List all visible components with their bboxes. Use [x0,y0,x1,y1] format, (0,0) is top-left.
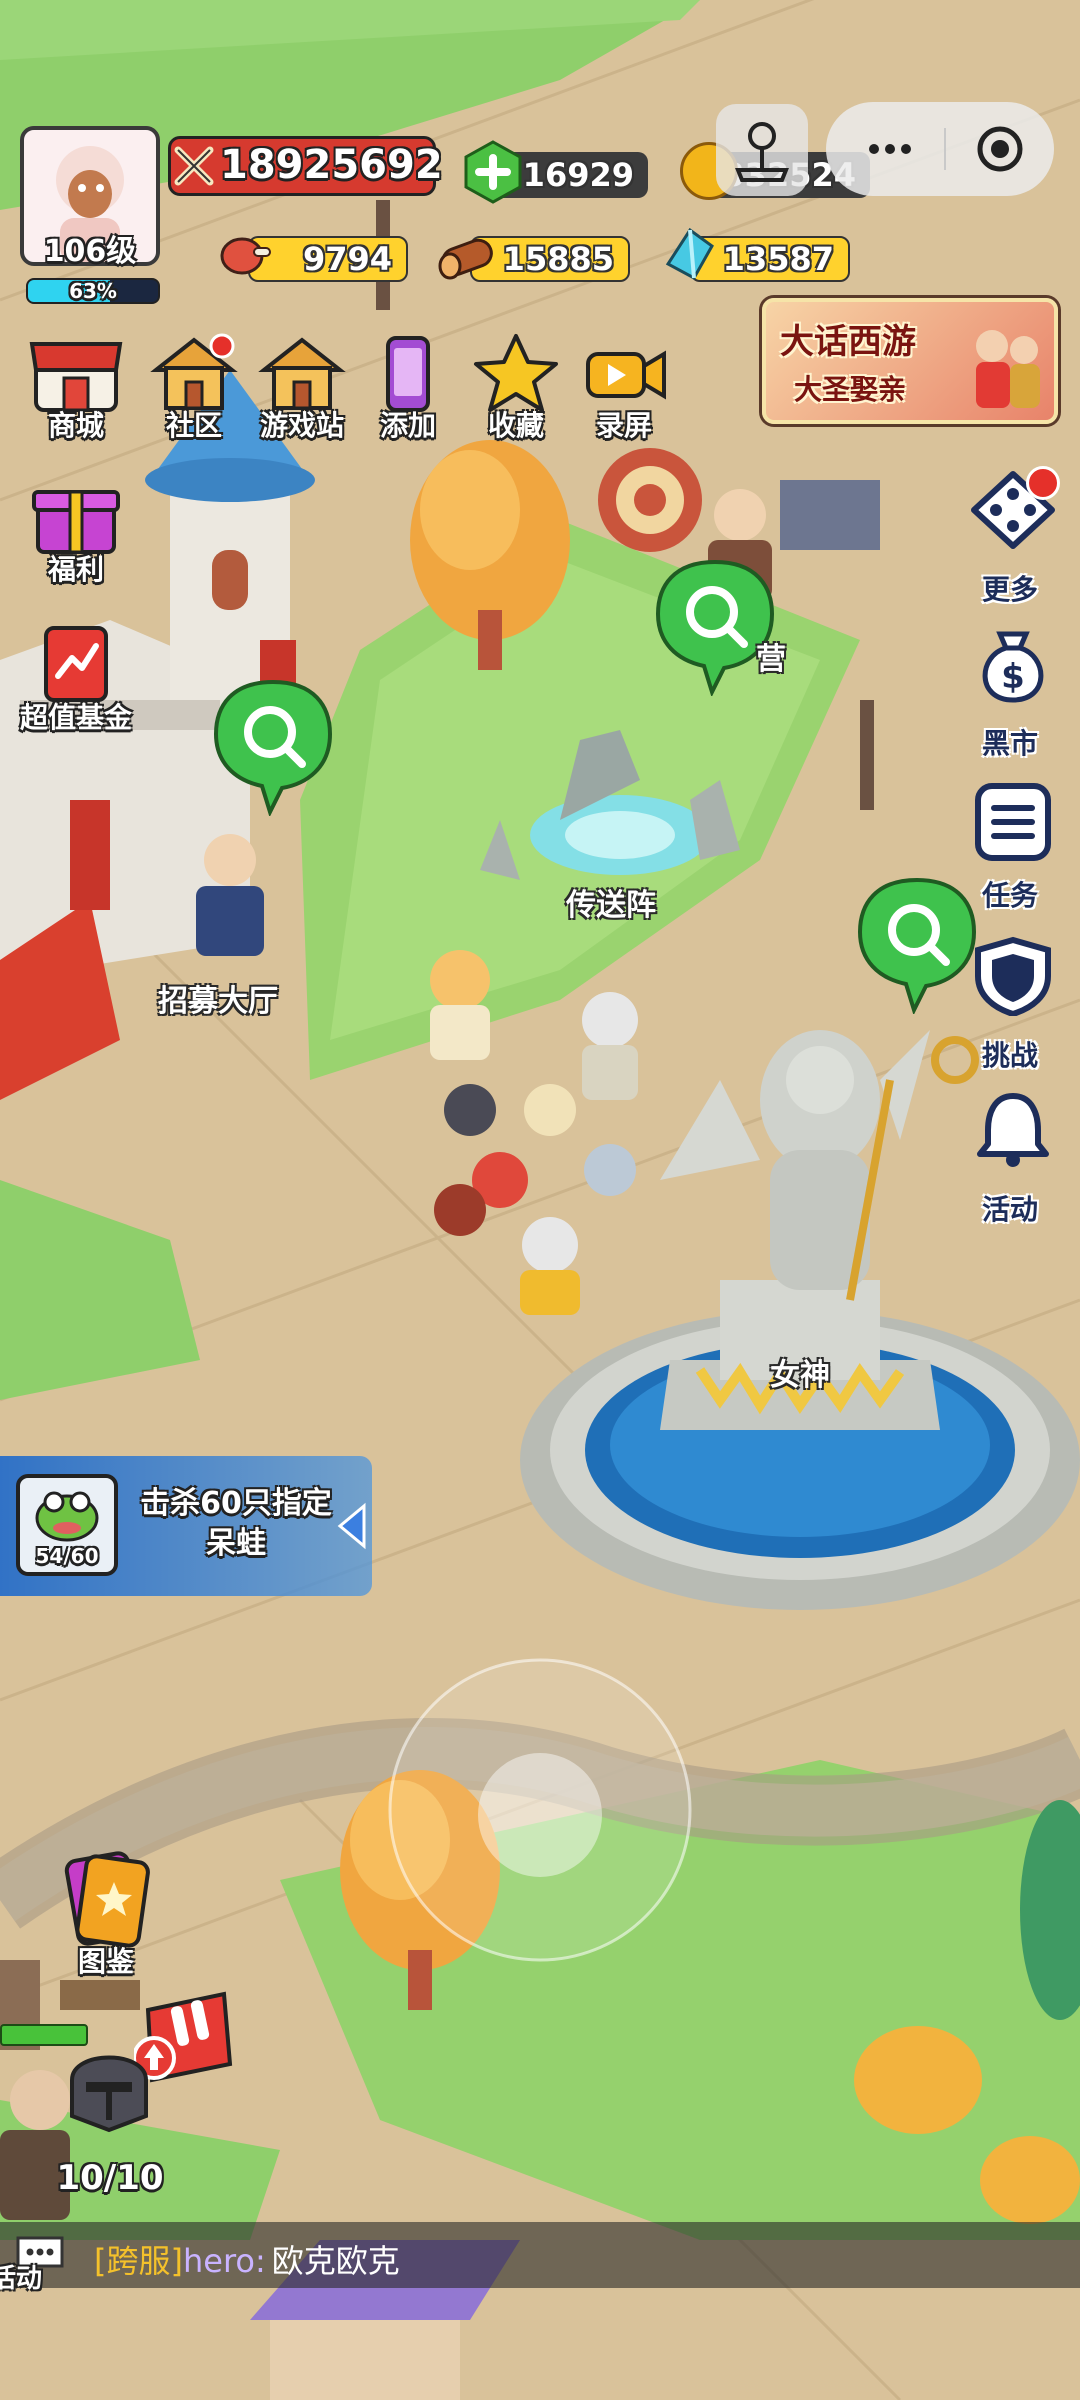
quest-progress: 54/60 [35,1544,99,1568]
right-menu-black-market[interactable]: $ [968,626,1058,706]
quest-panel[interactable]: 54/60 击杀60只指定呆蛙 [0,1456,372,1596]
chat-cut-label: 活动 [0,2264,43,2294]
quest-monster-card: 54/60 [16,1474,118,1576]
shield-icon [975,936,1051,1018]
menu-fund[interactable] [28,618,124,704]
card-book-icon [64,1851,150,1948]
label-partial-building: 营 [756,642,786,677]
exp-percent: 63% [69,279,117,303]
right-menu-black-market-label: 黑市 [981,727,1038,760]
right-menu-challenge[interactable] [968,936,1058,1018]
right-menu-activity-label: 活动 [981,1193,1038,1226]
magnifier-icon [857,877,977,1016]
frog-monster-icon [35,1491,99,1542]
banner-characters-icon [962,316,1048,412]
codex-button[interactable] [56,1848,156,1948]
menu-shop-label: 商城 [47,409,104,442]
chat-sender: hero: [182,2242,266,2280]
right-menu-challenge-label: 挑战 [981,1039,1038,1072]
right-menu-more-label: 更多 [981,573,1038,606]
banner-title: 大话西游 [780,322,916,362]
swords-icon [172,144,216,188]
label-goddess-statue[interactable]: 女神 [770,1350,830,1394]
gem-value: 16929 [522,156,634,194]
knight-helmet-icon[interactable] [62,2040,156,2134]
menu-game-station-label: 游戏站 [259,409,344,442]
crystal-value: 13587 [722,240,834,278]
search-bubble-left[interactable] [210,676,336,818]
menu-community-label: 社区 [165,409,222,442]
task-list-icon [975,783,1051,861]
joystick-icon [735,122,789,182]
more-badge-dot [1026,466,1060,500]
label-teleport-array[interactable]: 传送阵 [566,880,656,924]
gem-plus-icon[interactable] [462,140,524,204]
chat-channel: [跨服] [94,2242,183,2280]
target-close-icon[interactable] [970,124,1030,174]
meat-value: 9794 [302,240,392,278]
player-level: 106级 [43,234,137,269]
meat-icon [216,226,274,284]
right-menu-task[interactable] [968,782,1058,862]
crystal-icon [660,224,720,284]
bell-icon [977,1093,1049,1167]
squad-count: 10/10 [56,2158,164,2198]
fund-icon [44,626,108,702]
menu-add-label: 添加 [379,409,436,442]
svg-text:$: $ [1001,657,1025,697]
search-bubble-right[interactable] [854,874,980,1016]
right-menu-activity[interactable] [968,1090,1058,1170]
menu-record-label: 录屏 [595,409,652,442]
more-dots-icon[interactable] [846,126,934,172]
magnifier-icon [213,679,333,818]
menu-favorite-label: 收藏 [487,409,544,442]
chat-message: [跨服]hero: 欧克欧克 [94,2236,400,2282]
joystick-button[interactable] [716,104,808,196]
chat-text: 欧克欧克 [271,2242,400,2280]
event-banner[interactable]: 大话西游 大圣娶亲 [762,298,1058,424]
codex-label: 图鉴 [77,1945,134,1978]
wood-log-icon [436,228,500,284]
quest-text: 击杀60只指定呆蛙 [140,1486,332,1561]
banner-subtitle: 大圣娶亲 [794,373,907,406]
collapse-arrow-icon[interactable] [334,1502,370,1550]
money-bag-icon: $ [982,631,1044,703]
menu-welfare[interactable] [28,470,124,556]
wood-value: 15885 [502,240,614,278]
gift-icon [32,490,120,554]
capsule-divider [944,128,946,170]
menu-welfare-label: 福利 [47,553,104,586]
power-value: 18925692 [220,142,443,188]
menu-fund-label: 超值基金 [19,701,132,734]
label-recruit-hall[interactable]: 招募大厅 [158,976,278,1020]
